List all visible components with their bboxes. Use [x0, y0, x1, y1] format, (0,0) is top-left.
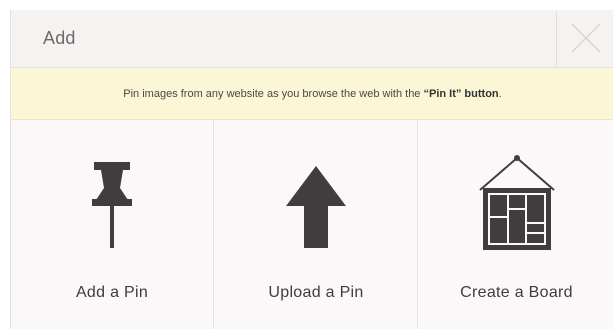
create-a-board-label: Create a Board	[460, 284, 573, 301]
notice-text: Pin images from any website as you brows…	[123, 88, 424, 100]
dialog-title: Add	[43, 28, 76, 48]
upload-a-pin-option[interactable]: Upload a Pin	[213, 120, 418, 329]
add-dialog: Add Pin images from any website as you b…	[10, 10, 613, 329]
close-x-icon	[571, 23, 601, 53]
pin-it-notice: Pin images from any website as you brows…	[11, 68, 613, 120]
dialog-header: Add	[11, 10, 613, 68]
pushpin-icon	[92, 162, 132, 248]
add-a-pin-option[interactable]: Add a Pin	[11, 120, 213, 329]
add-options: Add a Pin Upload a Pin Create a Board	[11, 120, 613, 329]
board-frame-icon	[478, 155, 555, 250]
create-a-board-option[interactable]: Create a Board	[417, 120, 613, 329]
upload-arrow-icon	[286, 166, 346, 248]
upload-a-pin-label: Upload a Pin	[268, 284, 364, 301]
close-button[interactable]	[556, 10, 613, 67]
add-a-pin-label: Add a Pin	[75, 284, 149, 301]
pin-it-button-link[interactable]: “Pin It” button	[423, 88, 498, 100]
notice-period: .	[498, 88, 502, 100]
